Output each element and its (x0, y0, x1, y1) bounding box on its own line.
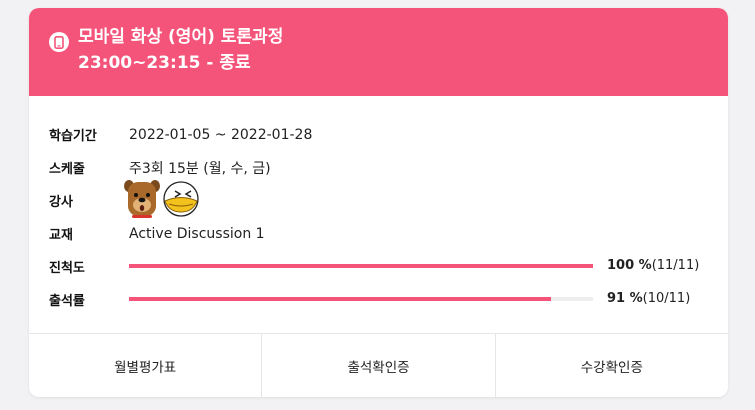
attendance-bar-fill (129, 297, 552, 301)
schedule-label: 스케줄 (49, 162, 85, 177)
chick-character-avatar (161, 179, 201, 223)
attendance-percent: 91 % (607, 291, 643, 306)
attendance-count: (10/11) (642, 291, 691, 306)
progress-count: (11/11) (651, 258, 700, 273)
period-label: 학습기간 (49, 129, 97, 144)
period-row: 학습기간 2022-01-05 ~ 2022-01-28 (49, 118, 719, 151)
progress-bar-fill (129, 264, 593, 268)
attendance-label: 출석률 (49, 294, 85, 309)
teacher-label: 강사 (49, 195, 73, 210)
period-value: 2022-01-05 ~ 2022-01-28 (129, 126, 313, 143)
class-header: 모바일 화상 (영어) 토론과정 23:00~23:15 - 종료 (29, 8, 728, 96)
attendance-value: 91 %(10/11) (607, 291, 690, 306)
textbook-label: 교재 (49, 228, 73, 243)
progress-bar (129, 264, 593, 268)
progress-value: 100 %(11/11) (607, 258, 699, 273)
attendance-row: 출석률 91 %(10/11) (49, 283, 719, 316)
mobile-phone-icon (49, 32, 69, 52)
progress-label: 진척도 (49, 261, 85, 276)
progress-row: 진척도 100 %(11/11) (49, 250, 719, 283)
attendance-certificate-button[interactable]: 출석확인증 (261, 334, 494, 397)
class-card: 모바일 화상 (영어) 토론과정 23:00~23:15 - 종료 학습기간 2… (29, 8, 728, 397)
attendance-bar (129, 297, 593, 301)
class-info: 학습기간 2022-01-05 ~ 2022-01-28 스케줄 주3회 15분… (49, 118, 719, 316)
class-time-status: 23:00~23:15 - 종료 (78, 53, 251, 73)
schedule-value: 주3회 15분 (월, 수, 금) (129, 160, 271, 177)
class-title: 모바일 화상 (영어) 토론과정 (78, 27, 284, 47)
textbook-row: 교재 Active Discussion 1 (49, 217, 719, 250)
enrollment-certificate-button[interactable]: 수강확인증 (494, 334, 728, 397)
monthly-evaluation-button[interactable]: 월별평가표 (29, 334, 261, 397)
textbook-value: Active Discussion 1 (129, 225, 265, 242)
teacher-row: 강사 (49, 179, 719, 218)
progress-percent: 100 % (607, 258, 652, 273)
card-actions: 월별평가표 출석확인증 수강확인증 (29, 333, 728, 397)
